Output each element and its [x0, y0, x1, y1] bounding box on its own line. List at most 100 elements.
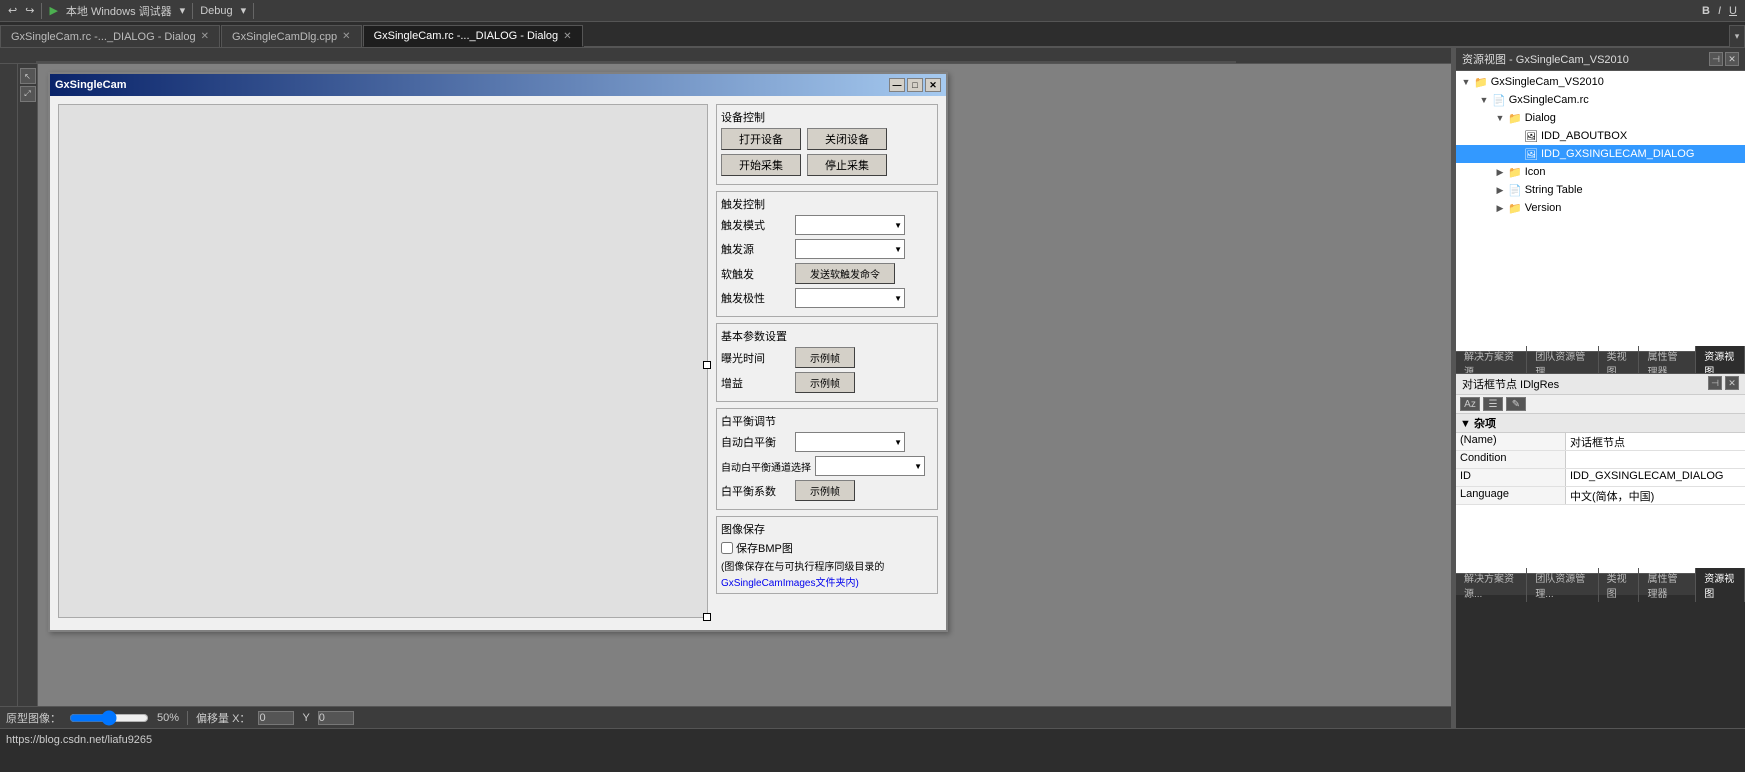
root-icon: 📁 [1474, 76, 1488, 89]
transparency-slider[interactable] [69, 710, 149, 726]
resource-bottom-tabs: 解决方案资源... 团队资源管理... 类视图 属性管理器 资源视图 [1456, 351, 1745, 373]
tree-string-table[interactable]: ▶ 📄 String Table [1456, 181, 1745, 199]
tree-idd-aboutbox[interactable]: 🖼 IDD_ABOUTBOX [1456, 127, 1745, 145]
trigger-source-arrow: ▼ [894, 245, 902, 254]
tab-overflow-btn[interactable]: ▾ [1729, 25, 1745, 47]
wb-coeff-btn[interactable]: 示例帧 [795, 480, 855, 501]
auto-wb-channel-combo[interactable]: ▼ [815, 456, 925, 476]
props-val-name: 对话框节点 [1566, 433, 1745, 450]
auto-hide-btn[interactable]: ⊣ [1709, 52, 1723, 66]
props-row-language: Language 中文(简体，中国) [1456, 487, 1745, 505]
offset-x-input[interactable] [258, 711, 294, 725]
props-alphabetical-btn[interactable]: Az [1460, 397, 1480, 411]
debug-config-arrow[interactable]: ▾ [237, 3, 251, 18]
trigger-mode-combo[interactable]: ▼ [795, 215, 905, 235]
device-group-title: 设备控制 [721, 109, 933, 125]
props-edit-btn[interactable]: ✎ [1506, 397, 1526, 411]
resource-view-title-text: 资源视图 - GxSingleCam_VS2010 [1462, 54, 1629, 66]
trigger-source-combo[interactable]: ▼ [795, 239, 905, 259]
props-section-misc: ▼ 杂项 [1456, 414, 1745, 433]
redo-btn[interactable]: ↪ [21, 3, 38, 18]
tab-close-rc-dialog1[interactable]: ✕ [201, 31, 209, 42]
tab-rc-dialog2[interactable]: GxSingleCam.rc -..._DIALOG - Dialog ✕ [363, 25, 583, 47]
props-auto-hide-btn[interactable]: ⊣ [1708, 376, 1722, 390]
capture-btn-row: 开始采集 停止采集 [721, 154, 933, 176]
props-tab-solution[interactable]: 解决方案资源... [1456, 568, 1527, 602]
props-tab-resource[interactable]: 资源视图 [1696, 568, 1745, 602]
italic-btn[interactable]: I [1714, 4, 1725, 18]
version-folder-icon: 📁 [1508, 202, 1522, 215]
tab-close-cpp[interactable]: ✕ [342, 31, 350, 42]
minimize-btn[interactable]: — [889, 78, 905, 92]
tree-root[interactable]: ▼ 📁 GxSingleCam_VS2010 [1456, 73, 1745, 91]
props-title: 对话框节点 IDlgRes [1462, 376, 1559, 392]
trigger-source-row: 触发源 ▼ [721, 239, 933, 259]
start-capture-btn[interactable]: 开始采集 [721, 154, 801, 176]
underline-btn[interactable]: U [1725, 4, 1741, 18]
status-sep1 [187, 711, 188, 725]
bold-btn[interactable]: B [1698, 4, 1714, 18]
dialog-controls: — □ ✕ [889, 78, 941, 92]
canvas-content[interactable]: GxSingleCam — □ ✕ [38, 64, 1451, 706]
trigger-polarity-arrow: ▼ [894, 294, 902, 303]
canvas-area: ↖ ⤢ GxSingleCam — □ ✕ [0, 64, 1451, 706]
tree-dialog-folder[interactable]: ▼ 📁 Dialog [1456, 109, 1745, 127]
debug-dropdown[interactable]: ▾ [176, 3, 190, 18]
tree-icon-folder[interactable]: ▶ 📁 Icon [1456, 163, 1745, 181]
offset-x-label: 偏移量 X： [196, 710, 250, 726]
props-category-btn[interactable]: ☰ [1483, 397, 1503, 411]
original-image-label: 原型图像： [6, 710, 61, 726]
aboutbox-label: IDD_ABOUTBOX [1541, 130, 1627, 142]
trigger-polarity-row: 触发极性 ▼ [721, 288, 933, 308]
close-panel-btn[interactable]: ✕ [1725, 52, 1739, 66]
wb-coeff-row: 白平衡系数 示例帧 [721, 480, 933, 501]
resize-handle-r[interactable] [703, 361, 711, 369]
tree-version-folder[interactable]: ▶ 📁 Version [1456, 199, 1745, 217]
trigger-polarity-combo[interactable]: ▼ [795, 288, 905, 308]
editor-section: /* ruler ticks rendered in CSS */ ↖ ⤢ G [0, 48, 1451, 728]
resize-handle-br[interactable] [703, 613, 711, 621]
icon-folder-label: Icon [1525, 166, 1546, 178]
stop-capture-btn[interactable]: 停止采集 [807, 154, 887, 176]
open-device-btn[interactable]: 打开设备 [721, 128, 801, 150]
props-header: 对话框节点 IDlgRes ⊣ ✕ [1456, 374, 1745, 395]
control-panel: 设备控制 打开设备 关闭设备 开始采集 停止采集 [716, 104, 938, 618]
props-close-btn[interactable]: ✕ [1725, 376, 1739, 390]
props-toolbar: Az ☰ ✎ [1456, 395, 1745, 414]
run-btn[interactable]: ▶ [45, 3, 61, 18]
offset-y-label: Y [302, 712, 309, 724]
sep1 [41, 3, 42, 19]
maximize-btn[interactable]: □ [907, 78, 923, 92]
resize-tool[interactable]: ⤢ [20, 86, 36, 102]
tab-rc-dialog1[interactable]: GxSingleCam.rc -..._DIALOG - Dialog ✕ [0, 25, 220, 47]
dialog-title: GxSingleCam [55, 79, 127, 91]
pointer-tool[interactable]: ↖ [20, 68, 36, 84]
exposure-row: 曝光时间 示例帧 [721, 347, 933, 368]
soft-trigger-btn[interactable]: 发送软触发命令 [795, 263, 895, 284]
auto-wb-combo[interactable]: ▼ [795, 432, 905, 452]
trigger-mode-label: 触发模式 [721, 217, 791, 233]
wb-coeff-label: 白平衡系数 [721, 483, 791, 499]
props-tab-team[interactable]: 团队资源管理... [1527, 568, 1598, 602]
close-device-btn[interactable]: 关闭设备 [807, 128, 887, 150]
gxsinglecam-label: IDD_GXSINGLECAM_DIALOG [1541, 148, 1694, 160]
trigger-group: 触发控制 触发模式 ▼ 触发源 [716, 191, 938, 317]
props-tab-class[interactable]: 类视图 [1599, 568, 1640, 602]
debug-config[interactable]: Debug [196, 4, 236, 18]
props-row-condition: Condition [1456, 451, 1745, 469]
gxsinglecam-icon: 🖼 [1524, 148, 1538, 161]
undo-btn[interactable]: ↩ [4, 3, 21, 18]
auto-wb-arrow: ▼ [894, 438, 902, 447]
exposure-btn[interactable]: 示例帧 [795, 347, 855, 368]
offset-y-input[interactable] [318, 711, 354, 725]
tree-rc-file[interactable]: ▼ 📄 GxSingleCam.rc [1456, 91, 1745, 109]
gain-btn[interactable]: 示例帧 [795, 372, 855, 393]
save-bmp-checkbox[interactable] [721, 542, 733, 554]
props-tab-props-mgr[interactable]: 属性管理器 [1639, 568, 1696, 602]
tab-cpp[interactable]: GxSingleCamDlg.cpp ✕ [221, 25, 362, 47]
trigger-mode-arrow: ▼ [894, 221, 902, 230]
editor-status-bar: 原型图像： 50% 偏移量 X： Y [0, 706, 1451, 728]
close-btn[interactable]: ✕ [925, 78, 941, 92]
tree-idd-gxsinglecam[interactable]: 🖼 IDD_GXSINGLECAM_DIALOG [1456, 145, 1745, 163]
tab-close-rc-dialog2[interactable]: ✕ [563, 31, 571, 42]
